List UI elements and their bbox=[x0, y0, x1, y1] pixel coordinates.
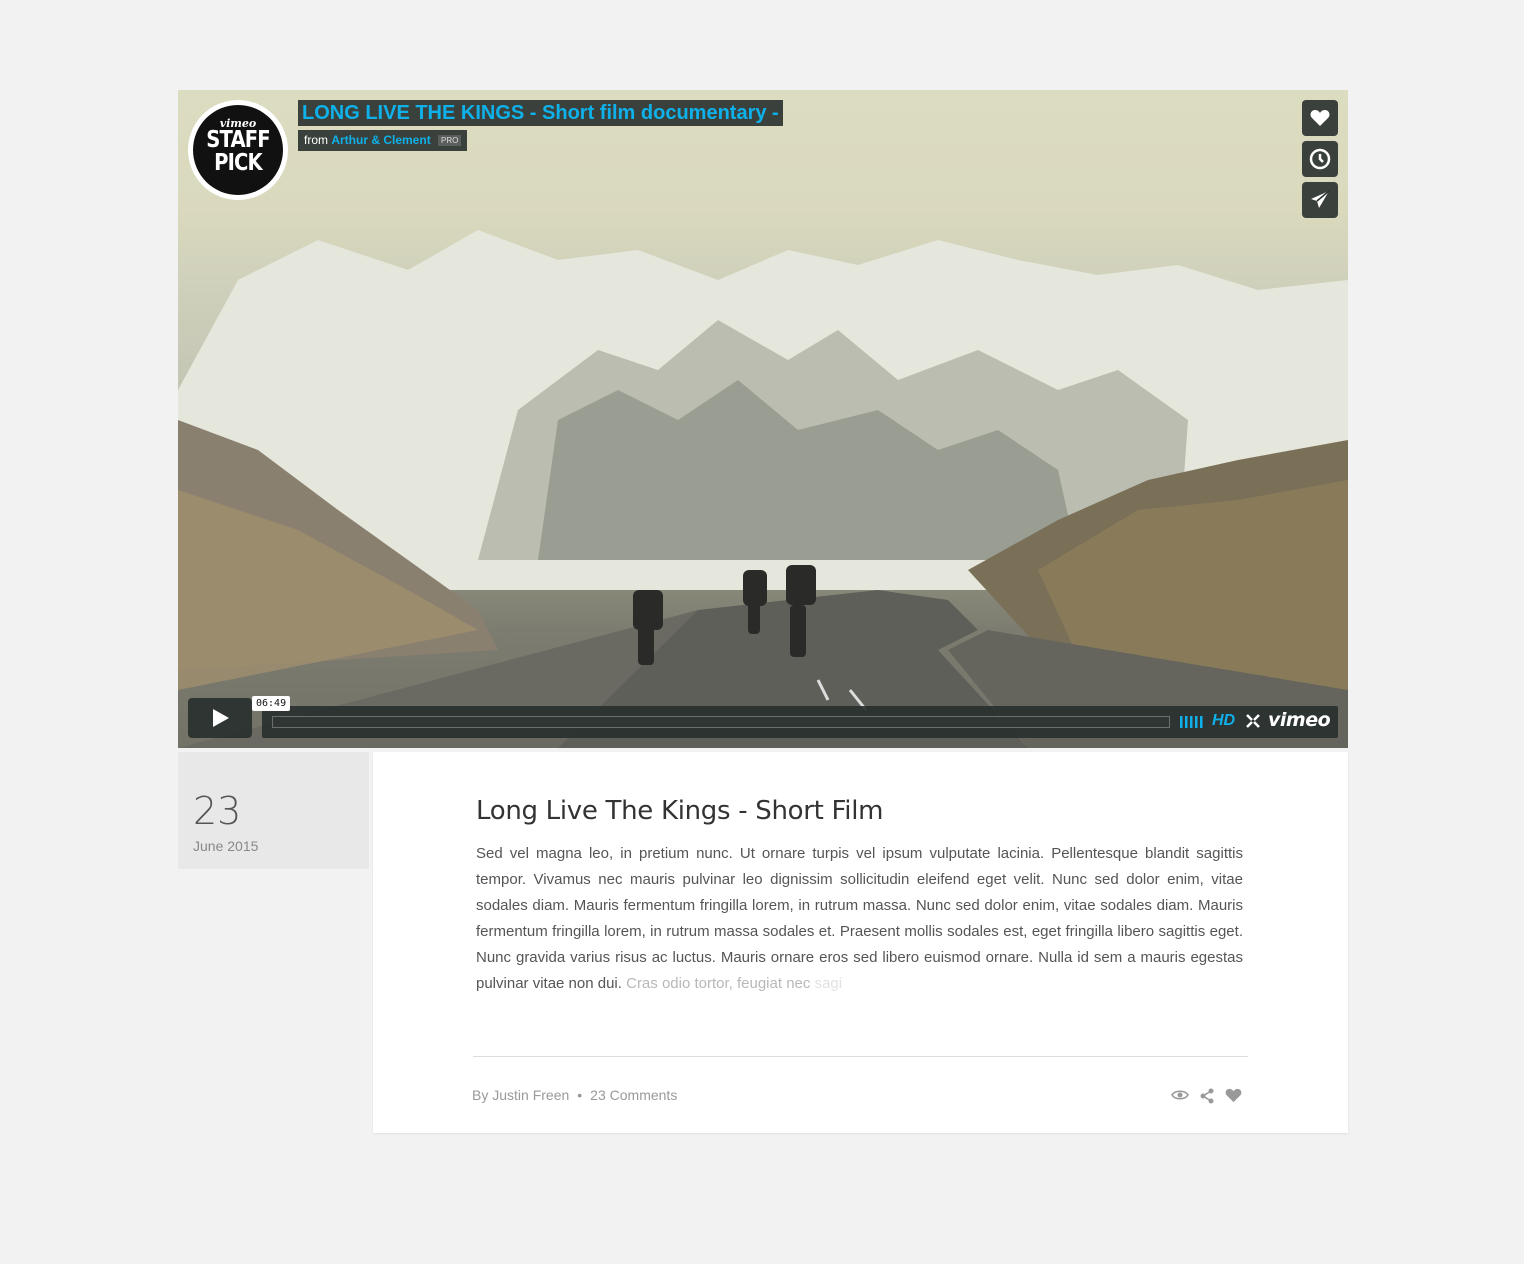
video-player[interactable]: vimeo STAFF PICK LONG LIVE THE KINGS - S… bbox=[178, 90, 1348, 748]
video-title-box[interactable]: LONG LIVE THE KINGS - Short film documen… bbox=[298, 100, 783, 126]
hd-toggle[interactable]: HD bbox=[1212, 712, 1235, 730]
vimeo-logo[interactable]: vimeo bbox=[1268, 709, 1331, 731]
paper-plane-icon bbox=[1311, 190, 1330, 208]
share-button[interactable] bbox=[1302, 182, 1338, 218]
video-title[interactable]: LONG LIVE THE KINGS - Short film documen… bbox=[302, 102, 779, 124]
timecode: 06:49 bbox=[252, 696, 291, 711]
share-icon[interactable] bbox=[1199, 1088, 1215, 1109]
post-actions bbox=[1171, 1088, 1242, 1109]
post-title[interactable]: Long Live The Kings - Short Film bbox=[476, 796, 883, 826]
pro-badge: PRO bbox=[438, 135, 462, 146]
fullscreen-icon[interactable] bbox=[1246, 714, 1260, 733]
excerpt-fade: Cras odio tortor, feugiat nec bbox=[626, 975, 811, 992]
post-meta: By Justin Freen • 23 Comments bbox=[472, 1087, 677, 1103]
watch-later-button[interactable] bbox=[1302, 141, 1338, 177]
badge-text: STAFF PICK bbox=[206, 127, 270, 176]
post-day: 23 bbox=[193, 789, 242, 833]
author-link[interactable]: Arthur & Clement bbox=[331, 133, 430, 147]
video-frame bbox=[178, 230, 1348, 748]
like-button[interactable] bbox=[1302, 100, 1338, 136]
post-author[interactable]: By Justin Freen bbox=[472, 1087, 569, 1103]
comments-link[interactable]: 23 Comments bbox=[590, 1087, 677, 1103]
post-card: Long Live The Kings - Short Film Sed vel… bbox=[373, 752, 1348, 1133]
divider bbox=[473, 1056, 1248, 1057]
heart-icon[interactable] bbox=[1225, 1088, 1242, 1109]
eye-icon[interactable] bbox=[1171, 1088, 1189, 1109]
control-bar: HD vimeo bbox=[262, 706, 1338, 738]
progress-track[interactable] bbox=[272, 716, 1170, 728]
excerpt-fade-end: sagi bbox=[814, 975, 843, 992]
post-month-year: June 2015 bbox=[193, 838, 259, 854]
clock-icon bbox=[1309, 148, 1331, 170]
staff-pick-badge[interactable]: vimeo STAFF PICK bbox=[188, 100, 288, 200]
play-button[interactable] bbox=[188, 698, 252, 738]
player-controls: HD vimeo 06:49 bbox=[188, 696, 1338, 738]
heart-icon bbox=[1310, 110, 1330, 126]
post-excerpt: Sed vel magna leo, in pretium nunc. Ut o… bbox=[476, 845, 1243, 992]
video-byline: from Arthur & Clement PRO bbox=[298, 130, 468, 151]
from-label: from bbox=[304, 133, 328, 147]
meta-separator: • bbox=[577, 1087, 583, 1103]
play-icon bbox=[213, 709, 229, 727]
post-date: 23 June 2015 bbox=[178, 752, 369, 869]
volume-icon[interactable] bbox=[1180, 715, 1204, 733]
